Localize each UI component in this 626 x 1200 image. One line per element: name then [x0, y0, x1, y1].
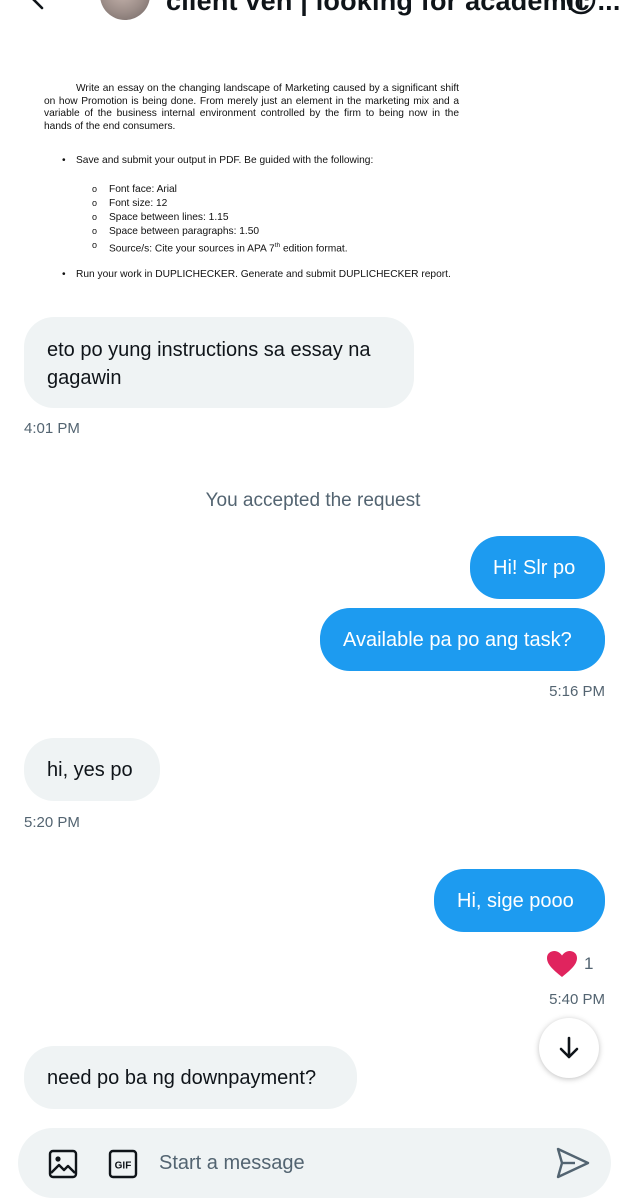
send-icon[interactable] [555, 1146, 591, 1180]
doc-sub-item: Font face: Arial [92, 183, 452, 197]
incoming-message[interactable]: hi, yes po [24, 738, 160, 801]
message-timestamp: 5:40 PM [549, 991, 605, 1008]
message-timestamp: 4:01 PM [24, 420, 80, 437]
avatar[interactable] [100, 0, 150, 20]
doc-sub-item: Font size: 12 [92, 197, 452, 211]
doc-bullet: Run your work in DUPLICHECKER. Generate … [62, 269, 462, 282]
message-reaction[interactable]: 1 [546, 950, 593, 978]
scroll-to-bottom-button[interactable] [539, 1018, 599, 1078]
system-message: You accepted the request [205, 490, 421, 511]
message-text: Hi! Slr po [493, 557, 576, 579]
message-timestamp: 5:16 PM [549, 683, 605, 700]
dm-conversation: client ven | looking for academic ... Wr… [0, 0, 626, 1200]
message-timestamp: 5:20 PM [24, 814, 80, 831]
message-image-attachment[interactable]: Write an essay on the changing landscape… [28, 70, 466, 308]
gif-icon[interactable]: GIF [108, 1149, 138, 1179]
message-text: hi, yes po [47, 759, 133, 781]
conversation-title[interactable]: client ven | looking for academic ... [166, 0, 621, 17]
doc-sub-item-text: Source/s: Cite your sources in APA 7 [109, 243, 275, 255]
info-icon[interactable] [565, 0, 597, 16]
message-text: Hi, sige pooo [457, 890, 574, 912]
gif-label: GIF [115, 1161, 132, 1172]
doc-sub-item: Space between lines: 1.15 [92, 211, 452, 225]
message-input[interactable] [159, 1148, 539, 1178]
doc-sub-item: Source/s: Cite your sources in APA 7th e… [92, 239, 452, 256]
heart-icon [547, 951, 577, 977]
conversation-header: client ven | looking for academic ... [0, 0, 626, 22]
arrow-down-icon [559, 1036, 579, 1059]
outgoing-message[interactable]: Available pa po ang task? [320, 608, 605, 671]
message-text: need po ba ng downpayment? [47, 1067, 317, 1089]
doc-sub-item: Space between paragraphs: 1.50 [92, 225, 452, 239]
message-text: gagawin [47, 367, 122, 389]
reaction-count: 1 [584, 954, 594, 973]
outgoing-message[interactable]: Hi, sige pooo [434, 869, 605, 932]
doc-bullet: Save and submit your output in PDF. Be g… [62, 155, 462, 168]
doc-sub-item-text: edition format. [280, 243, 348, 255]
arrow-left-icon[interactable] [30, 0, 54, 10]
incoming-message[interactable]: need po ba ng downpayment? [24, 1046, 357, 1109]
doc-paragraph: Write an essay on the changing landscape… [44, 83, 459, 132]
outgoing-message[interactable]: Hi! Slr po [470, 536, 605, 599]
incoming-message[interactable]: eto po yung instructions sa essay na gag… [24, 317, 414, 408]
message-text: Available pa po ang task? [343, 629, 572, 651]
message-composer: GIF [18, 1128, 611, 1198]
message-text: eto po yung instructions sa essay na [47, 339, 371, 361]
image-icon[interactable] [48, 1149, 78, 1179]
